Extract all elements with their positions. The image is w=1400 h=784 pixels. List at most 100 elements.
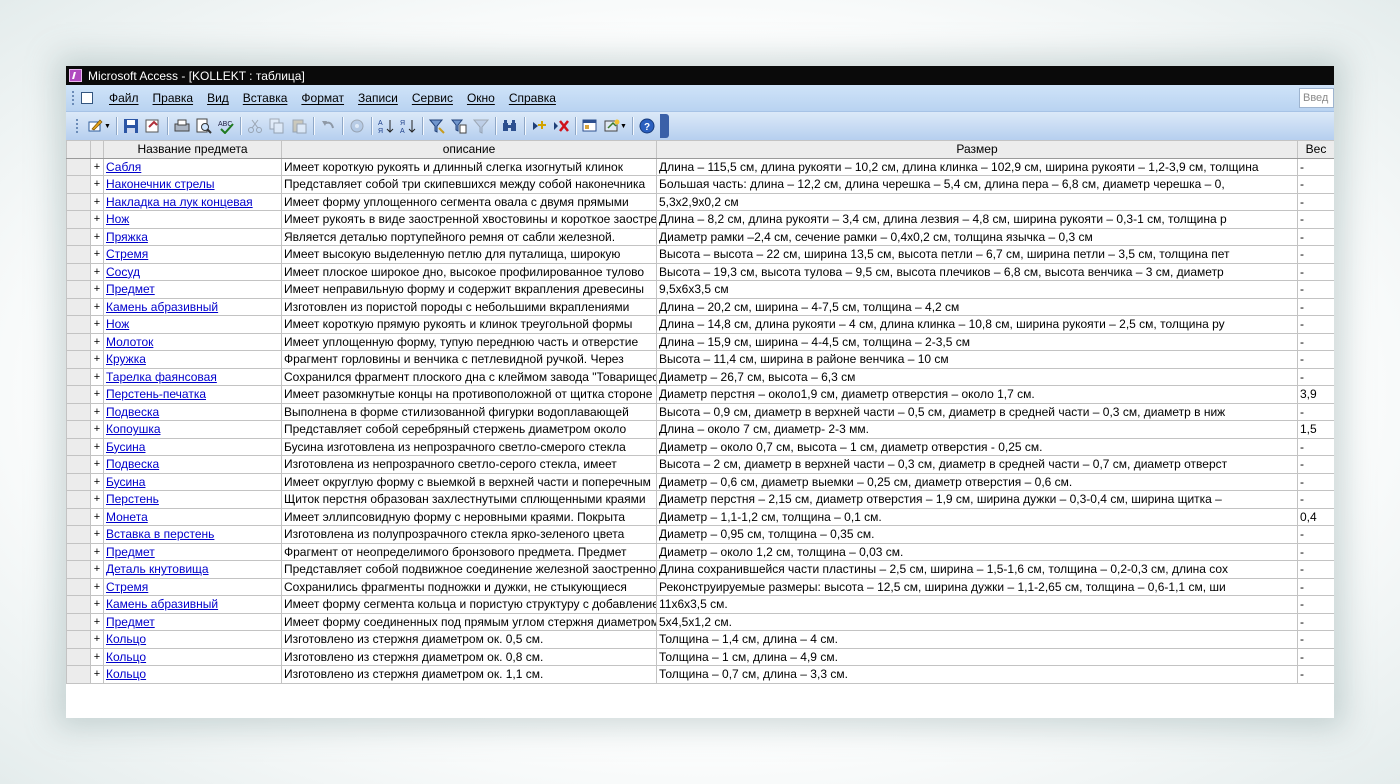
description-cell[interactable]: Представляет собой серебряный стержень д… (281, 420, 657, 439)
table-row[interactable]: + Предмет Имеет форму соединенных под прям… (66, 612, 1334, 631)
expand-icon[interactable]: + (90, 560, 104, 579)
name-cell[interactable]: Предмет (103, 612, 282, 631)
description-cell[interactable]: Представляет собой три скипевшихся между… (281, 175, 657, 194)
size-cell[interactable]: Диаметр – около 0,7 см, высота – 1 см, д… (656, 437, 1298, 456)
paste-icon[interactable] (291, 118, 307, 134)
preview-icon[interactable] (196, 118, 212, 134)
item-name-link[interactable]: Нож (106, 212, 129, 226)
table-row[interactable]: + Кольцо Изготовлено из стержня диаметром … (66, 647, 1334, 666)
record-selector[interactable] (66, 455, 91, 474)
weight-cell[interactable]: - (1297, 315, 1334, 334)
column-header-size[interactable]: Размер (656, 140, 1298, 159)
help-icon[interactable]: ? (639, 118, 655, 134)
spelling-icon[interactable]: ABC (218, 118, 234, 134)
expand-icon[interactable]: + (90, 245, 104, 264)
table-row[interactable]: + Кружка Фрагмент горловины и венчика с пе… (66, 350, 1334, 369)
table-row[interactable]: + Камень абразивный Изготовлен из пористой… (66, 297, 1334, 316)
size-cell[interactable]: Диаметр – около 1,2 см, толщина – 0,03 с… (656, 542, 1298, 561)
undo-icon[interactable] (320, 118, 336, 134)
table-row[interactable]: + Пряжка Является деталью портупейного рем… (66, 227, 1334, 246)
name-cell[interactable]: Предмет (103, 542, 282, 561)
size-cell[interactable]: Толщина – 1 см, длина – 4,9 см. (656, 647, 1298, 666)
name-cell[interactable]: Бусина (103, 472, 282, 491)
description-cell[interactable]: Имеет округлую форму с выемкой в верхней… (281, 472, 657, 491)
size-cell[interactable]: Длина – 15,9 см, ширина – 4-4,5 см, толщ… (656, 332, 1298, 351)
size-cell[interactable]: 5х4,5х1,2 см. (656, 612, 1298, 631)
size-cell[interactable]: Длина – 20,2 см, ширина – 4-7,5 см, толщ… (656, 297, 1298, 316)
size-cell[interactable]: 5,3х2,9х0,2 см (656, 192, 1298, 211)
record-selector[interactable] (66, 297, 91, 316)
description-cell[interactable]: Имеет рукоять в виде заостренной хвостов… (281, 210, 657, 229)
size-cell[interactable]: Толщина – 0,7 см, длина – 3,3 см. (656, 665, 1298, 684)
item-name-link[interactable]: Монета (106, 510, 148, 524)
record-selector[interactable] (66, 192, 91, 211)
table-row[interactable]: + Подвеска Изготовлена из непрозрачного св… (66, 455, 1334, 474)
name-cell[interactable]: Камень абразивный (103, 297, 282, 316)
record-selector[interactable] (66, 227, 91, 246)
item-name-link[interactable]: Деталь кнутовища (106, 562, 209, 576)
record-selector[interactable] (66, 402, 91, 421)
description-cell[interactable]: Имеет форму сегмента кольца и пористую с… (281, 595, 657, 614)
description-cell[interactable]: Сохранились фрагменты подножки и дужки, … (281, 577, 657, 596)
size-cell[interactable]: Длина – 14,8 см, длина рукояти – 4 см, д… (656, 315, 1298, 334)
expand-icon[interactable]: + (90, 297, 104, 316)
record-selector[interactable] (66, 157, 91, 176)
item-name-link[interactable]: Нож (106, 317, 129, 331)
table-row[interactable]: + Предмет Фрагмент от неопределимого бронз… (66, 542, 1334, 561)
item-name-link[interactable]: Кружка (106, 352, 146, 366)
weight-cell[interactable]: - (1297, 402, 1334, 421)
record-selector[interactable] (66, 245, 91, 264)
column-header-description[interactable]: описание (281, 140, 657, 159)
size-cell[interactable]: Длина – около 7 см, диаметр- 2-3 мм. (656, 420, 1298, 439)
weight-cell[interactable]: - (1297, 577, 1334, 596)
name-cell[interactable]: Сабля (103, 157, 282, 176)
name-cell[interactable]: Наконечник стрелы (103, 175, 282, 194)
table-row[interactable]: + Накладка на лук концевая Имеет форму упл… (66, 192, 1334, 211)
expand-icon[interactable]: + (90, 280, 104, 299)
expand-icon[interactable]: + (90, 455, 104, 474)
description-cell[interactable]: Изготовлен из пористой породы с небольши… (281, 297, 657, 316)
record-selector[interactable] (66, 647, 91, 666)
size-cell[interactable]: Диаметр перстня – около1,9 см, диаметр о… (656, 385, 1298, 404)
expand-icon[interactable]: + (90, 630, 104, 649)
table-row[interactable]: + Стремя Имеет высокую выделенную петлю дл… (66, 245, 1334, 264)
weight-cell[interactable]: - (1297, 192, 1334, 211)
expand-icon[interactable]: + (90, 262, 104, 281)
weight-cell[interactable]: - (1297, 157, 1334, 176)
name-cell[interactable]: Перстень (103, 490, 282, 509)
find-icon[interactable] (502, 118, 518, 134)
table-row[interactable]: + Бусина Бусина изготовлена из непрозрачно… (66, 437, 1334, 456)
description-cell[interactable]: Имеет короткую прямую рукоять и клинок т… (281, 315, 657, 334)
size-cell[interactable]: Большая часть: длина – 12,2 см, длина че… (656, 175, 1298, 194)
description-cell[interactable]: Изготовлена из непрозрачного светло-серо… (281, 455, 657, 474)
table-row[interactable]: + Сосуд Имеет плоское широкое дно, высокое… (66, 262, 1334, 281)
name-cell[interactable]: Камень абразивный (103, 595, 282, 614)
record-selector[interactable] (66, 385, 91, 404)
size-cell[interactable]: Толщина – 1,4 см, длина – 4 см. (656, 630, 1298, 649)
weight-cell[interactable]: - (1297, 630, 1334, 649)
weight-cell[interactable]: - (1297, 245, 1334, 264)
record-selector[interactable] (66, 210, 91, 229)
menu-grip-handle[interactable] (72, 91, 77, 105)
item-name-link[interactable]: Стремя (106, 247, 148, 261)
name-cell[interactable]: Накладка на лук концевая (103, 192, 282, 211)
description-cell[interactable]: Бусина изготовлена из непрозрачного свет… (281, 437, 657, 456)
item-name-link[interactable]: Предмет (106, 545, 155, 559)
menu-help[interactable]: Справка (502, 91, 563, 105)
table-row[interactable]: + Вставка в перстень Изготовлена из полупр… (66, 525, 1334, 544)
description-cell[interactable]: Имеет форму соединенных под прямым углом… (281, 612, 657, 631)
weight-cell[interactable]: - (1297, 350, 1334, 369)
expand-icon[interactable]: + (90, 315, 104, 334)
size-cell[interactable]: 11х6х3,5 см. (656, 595, 1298, 614)
record-selector[interactable] (66, 367, 91, 386)
name-cell[interactable]: Тарелка фаянсовая (103, 367, 282, 386)
description-cell[interactable]: Имеет высокую выделенную петлю для путал… (281, 245, 657, 264)
description-cell[interactable]: Имеет плоское широкое дно, высокое профи… (281, 262, 657, 281)
weight-cell[interactable]: - (1297, 595, 1334, 614)
record-selector[interactable] (66, 280, 91, 299)
size-cell[interactable]: Высота – 0,9 см, диаметр в верхней части… (656, 402, 1298, 421)
description-cell[interactable]: Имеет короткую рукоять и длинный слегка … (281, 157, 657, 176)
record-selector[interactable] (66, 490, 91, 509)
size-cell[interactable]: Высота – 19,3 см, высота тулова – 9,5 см… (656, 262, 1298, 281)
menu-file[interactable]: Файл (102, 91, 146, 105)
